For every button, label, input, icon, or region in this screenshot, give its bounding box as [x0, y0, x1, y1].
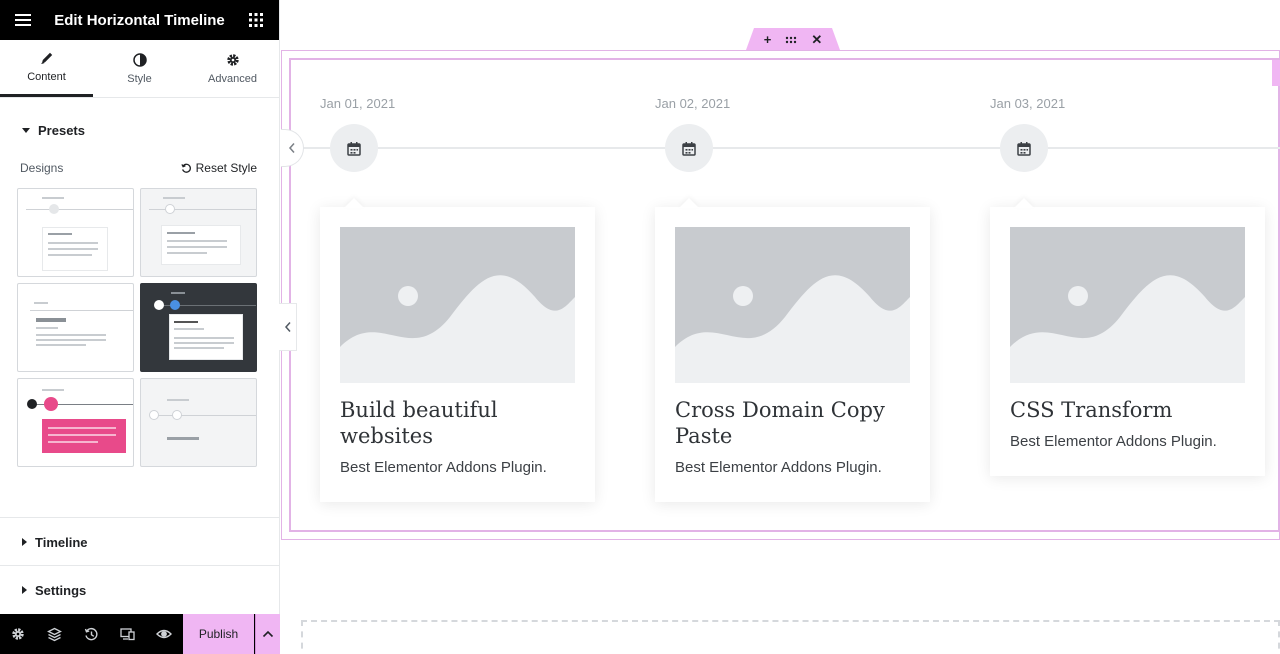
- settings-section-title: Settings: [35, 582, 87, 598]
- tab-style[interactable]: Style: [93, 40, 186, 97]
- responsive-icon[interactable]: [110, 614, 147, 654]
- preset-design-3[interactable]: [17, 283, 134, 372]
- presets-title: Presets: [38, 122, 85, 138]
- timeline-card: Build beautiful websites Best Elementor …: [320, 198, 595, 502]
- preview-icon[interactable]: [146, 614, 183, 654]
- designs-row: Designs Reset Style: [0, 158, 279, 178]
- tab-style-label: Style: [127, 72, 152, 85]
- calendar-icon: [330, 124, 378, 172]
- timeline-card-description: Best Elementor Addons Plugin.: [340, 459, 547, 476]
- timeline-card: Cross Domain Copy Paste Best Elementor A…: [655, 198, 930, 502]
- panel-footer: Publish: [0, 614, 280, 654]
- presets-section-toggle[interactable]: Presets: [0, 106, 279, 154]
- timeline-card-title: CSS Transform: [1010, 398, 1173, 422]
- tab-advanced[interactable]: Advanced: [186, 40, 279, 97]
- tab-advanced-label: Advanced: [208, 72, 257, 85]
- preset-design-5[interactable]: [17, 378, 134, 467]
- presets-grid: [0, 188, 279, 467]
- reset-style-button[interactable]: Reset Style: [180, 161, 257, 175]
- timeline-date: Jan 01, 2021: [320, 96, 396, 111]
- history-icon[interactable]: [73, 614, 110, 654]
- reset-style-label: Reset Style: [195, 161, 257, 175]
- tab-content-label: Content: [27, 71, 66, 83]
- timeline-date: Jan 03, 2021: [990, 96, 1066, 111]
- timeline-date: Jan 02, 2021: [655, 96, 731, 111]
- section-handle: + ✕: [746, 28, 840, 50]
- timeline-card-description: Best Elementor Addons Plugin.: [675, 459, 882, 476]
- pencil-icon: [40, 52, 52, 64]
- panel-header: Edit Horizontal Timeline: [0, 0, 279, 40]
- preset-design-6[interactable]: [140, 378, 257, 467]
- placeholder-image: [1010, 227, 1245, 383]
- add-section-icon[interactable]: +: [764, 33, 772, 46]
- panel-tabs: Content Style Advanced: [0, 40, 279, 98]
- layers-icon[interactable]: [37, 614, 74, 654]
- delete-section-icon[interactable]: ✕: [811, 33, 822, 46]
- calendar-icon: [1000, 124, 1048, 172]
- timeline-card-description: Best Elementor Addons Plugin.: [1010, 433, 1217, 450]
- add-new-section-area[interactable]: [301, 620, 1280, 654]
- caret-right-icon: [22, 538, 27, 546]
- panel-title: Edit Horizontal Timeline: [54, 11, 225, 29]
- placeholder-image: [340, 227, 575, 383]
- gear-icon: [226, 53, 239, 66]
- designs-label: Designs: [20, 161, 64, 175]
- chevron-left-icon: [288, 143, 295, 153]
- preset-design-4[interactable]: [140, 283, 257, 372]
- contrast-icon: [132, 52, 147, 67]
- editor-canvas: + ✕ Jan 01, 2021 Build beautiful website…: [281, 0, 1280, 654]
- caret-right-icon: [22, 586, 27, 594]
- settings-icon[interactable]: [0, 614, 37, 654]
- editor-app: Edit Horizontal Timeline Content Style A…: [0, 0, 1280, 654]
- collapse-panel-button[interactable]: [279, 303, 297, 351]
- timeline-section: Timeline: [0, 517, 280, 566]
- chevron-left-icon: [284, 322, 291, 332]
- caret-down-icon: [22, 127, 30, 133]
- apps-grid-icon[interactable]: [245, 9, 267, 31]
- calendar-icon: [665, 124, 713, 172]
- timeline-card-title: Build beautiful websites: [340, 398, 498, 448]
- preset-design-2[interactable]: [140, 188, 257, 277]
- timeline-card-title: Cross Domain Copy Paste: [675, 398, 885, 448]
- drag-handle-icon[interactable]: [785, 33, 797, 46]
- settings-section: Settings: [0, 565, 280, 614]
- settings-section-toggle[interactable]: Settings: [0, 566, 280, 614]
- preset-design-1[interactable]: [17, 188, 134, 277]
- publish-options-button[interactable]: [255, 614, 280, 654]
- placeholder-image: [675, 227, 910, 383]
- reset-icon: [180, 163, 191, 173]
- timeline-track: [303, 147, 1280, 149]
- publish-button[interactable]: Publish: [183, 614, 254, 654]
- timeline-section-toggle[interactable]: Timeline: [0, 518, 280, 566]
- timeline-card: CSS Transform Best Elementor Addons Plug…: [990, 198, 1265, 476]
- hamburger-icon[interactable]: [12, 9, 34, 31]
- timeline-section-title: Timeline: [35, 534, 88, 550]
- chevron-up-icon: [262, 630, 274, 638]
- editor-panel: Edit Horizontal Timeline Content Style A…: [0, 0, 280, 654]
- tab-content[interactable]: Content: [0, 40, 93, 97]
- widget-edit-flag[interactable]: [1272, 60, 1280, 86]
